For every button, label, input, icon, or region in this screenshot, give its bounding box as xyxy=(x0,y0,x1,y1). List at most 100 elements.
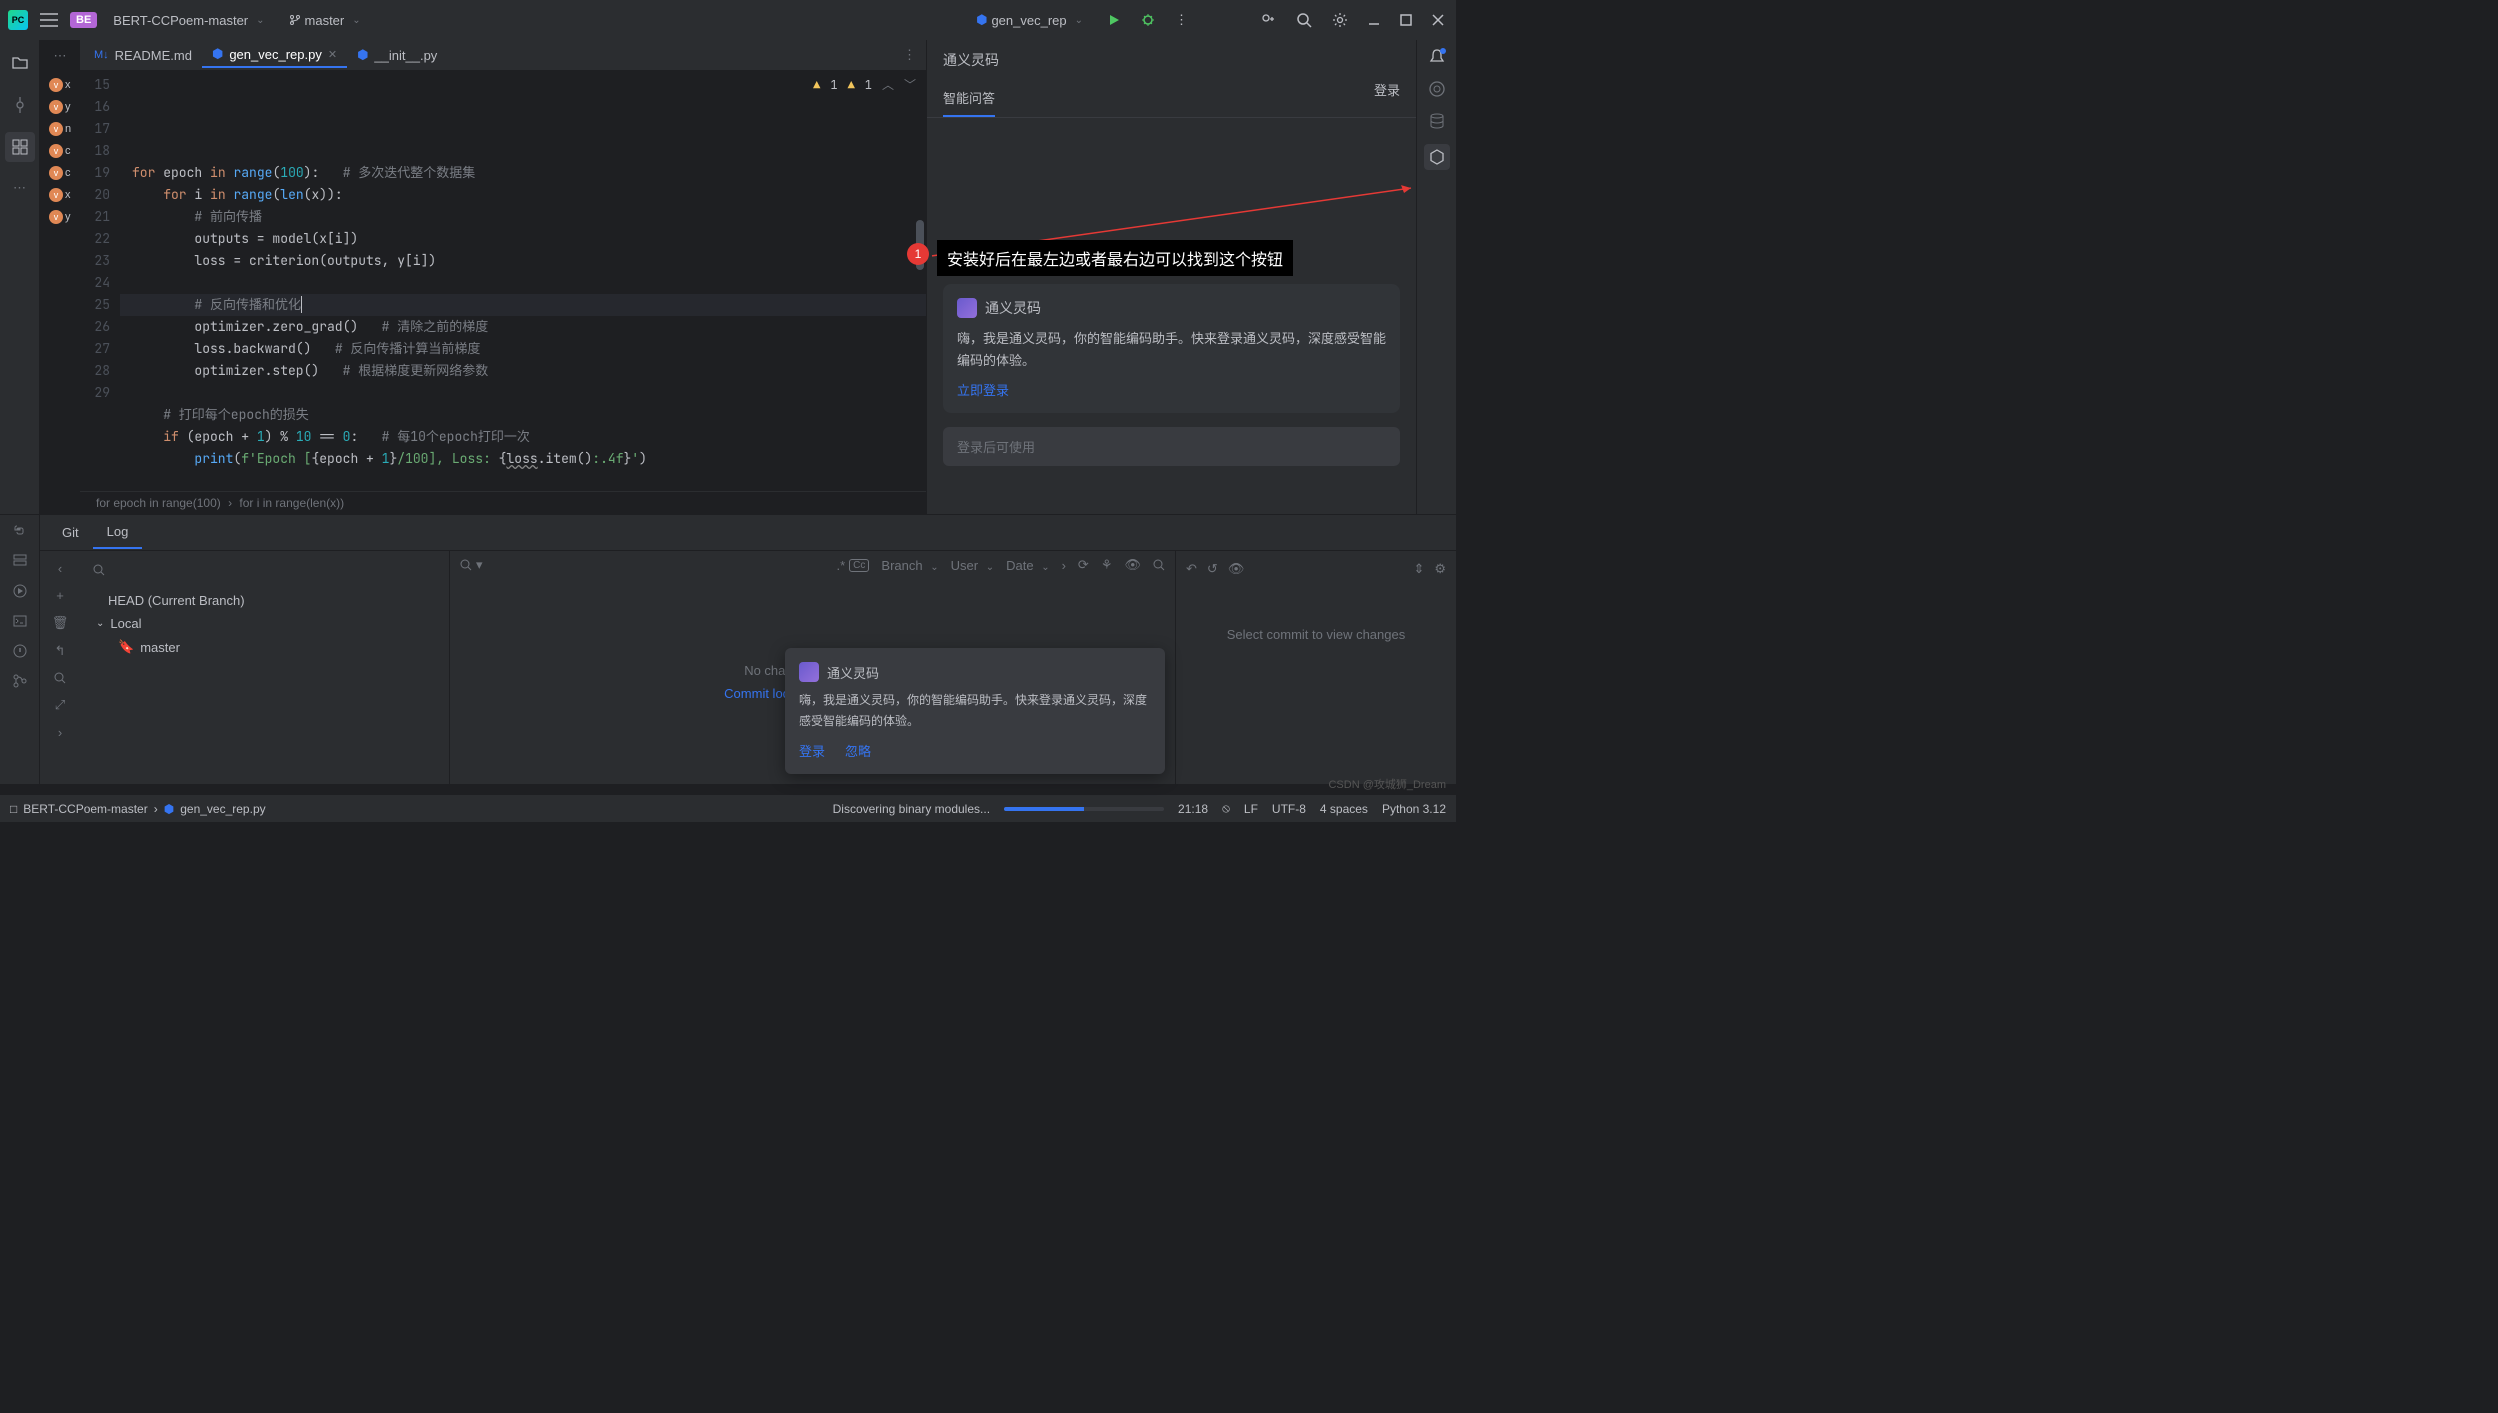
structure-var[interactable]: vx xyxy=(49,78,71,92)
tab-qa[interactable]: 智能问答 xyxy=(943,80,995,117)
options-icon[interactable]: ⚙ xyxy=(1434,561,1446,577)
code-with-me-icon[interactable] xyxy=(1256,8,1280,32)
tab-actions-icon[interactable]: ⋮ xyxy=(903,47,926,63)
nav-folder-icon[interactable]: □ xyxy=(10,802,17,816)
login-link[interactable]: 登录 xyxy=(1374,80,1400,117)
indent-indicator[interactable]: 4 spaces xyxy=(1320,802,1368,816)
find-icon[interactable] xyxy=(1153,559,1165,571)
readonly-icon[interactable]: ⦸ xyxy=(1222,801,1230,816)
forward-icon[interactable]: › xyxy=(58,725,62,740)
breadcrumb[interactable]: for epoch in range(100) › for i in range… xyxy=(80,491,926,514)
head-branch[interactable]: HEAD (Current Branch) xyxy=(88,589,441,612)
project-tool-icon[interactable] xyxy=(5,48,35,78)
line-sep-indicator[interactable]: LF xyxy=(1244,802,1258,816)
vcs-icon[interactable] xyxy=(12,673,28,689)
tongyi-input[interactable]: 登录后可使用 xyxy=(943,427,1400,466)
nav-file[interactable]: gen_vec_rep.py xyxy=(180,802,265,816)
branch-master[interactable]: 🔖 master xyxy=(88,635,441,659)
problems-icon[interactable] xyxy=(12,643,28,659)
close-tab-icon[interactable]: ✕ xyxy=(328,48,337,61)
encoding-indicator[interactable]: UTF-8 xyxy=(1272,802,1306,816)
run-config-selector[interactable]: ⬢ gen_vec_rep⌄ xyxy=(968,8,1091,32)
more-tools-icon[interactable]: ⋯ xyxy=(7,174,32,202)
commit-search[interactable]: ▾ .* Cc xyxy=(460,557,869,573)
main-menu-icon[interactable] xyxy=(36,9,62,31)
refresh-icon[interactable]: ⟳ xyxy=(1078,557,1089,573)
branch-search-icon[interactable] xyxy=(88,559,441,581)
expand-all-icon[interactable]: ⇕ xyxy=(1413,561,1424,577)
next-highlight-icon[interactable]: ﹀ xyxy=(904,74,916,96)
structure-var[interactable]: vn xyxy=(49,122,71,136)
database-icon[interactable] xyxy=(1428,112,1446,130)
project-selector[interactable]: BERT-CCPoem-master⌄ xyxy=(105,9,272,32)
right-tool-rail xyxy=(1416,40,1456,514)
python-console-icon[interactable] xyxy=(12,523,28,539)
branch-selector[interactable]: master⌄ xyxy=(281,9,369,32)
structure-var[interactable]: vx xyxy=(49,188,71,202)
structure-var[interactable]: vc xyxy=(49,144,71,158)
editor-tab[interactable]: M↓README.md xyxy=(84,42,202,68)
editor-tab[interactable]: ⬢gen_vec_rep.py✕ xyxy=(202,42,347,68)
go-forward-icon[interactable]: › xyxy=(1062,558,1066,573)
structure-var[interactable]: vy xyxy=(49,100,71,114)
cherry-pick-icon[interactable]: ⚘ xyxy=(1101,557,1113,573)
structure-var[interactable]: vc xyxy=(49,166,71,180)
annotation-text: 安装好后在最左边或者最右边可以找到这个按钮 xyxy=(937,240,1293,276)
left-tool-rail: ⋯ xyxy=(0,40,40,514)
collapse-icon[interactable]: ‹ xyxy=(58,561,62,576)
git-details: ↶ ↺ 👁 ⇕ ⚙ Select commit to view changes xyxy=(1176,551,1456,784)
git-left-rail xyxy=(0,515,40,784)
nav-project[interactable]: BERT-CCPoem-master xyxy=(23,802,147,816)
notifications-icon[interactable] xyxy=(1428,48,1446,66)
code-content[interactable]: ▲1 ▲1 ︿ ﹀ for epoch in range(100): # 多次迭… xyxy=(120,70,926,491)
go-left-icon[interactable]: ↰ xyxy=(55,643,66,659)
add-icon[interactable]: + xyxy=(56,588,64,603)
search-action-icon[interactable] xyxy=(53,671,67,685)
date-filter[interactable]: Date ⌄ xyxy=(1006,558,1049,573)
task-label[interactable]: Discovering binary modules... xyxy=(833,802,990,816)
annotation-badge: 1 xyxy=(907,243,929,265)
tab-git[interactable]: Git xyxy=(48,517,93,548)
eye-icon[interactable]: 👁 xyxy=(1124,557,1141,573)
structure-var[interactable]: vy xyxy=(49,210,71,224)
expand-icon[interactable]: ⤢ xyxy=(55,697,65,713)
settings-icon[interactable] xyxy=(1328,8,1352,32)
close-button[interactable] xyxy=(1428,10,1448,30)
weak-warning-icon: ▲ xyxy=(848,74,855,96)
structure-tool-icon[interactable] xyxy=(5,132,35,162)
inspection-widget[interactable]: ▲1 ▲1 ︿ ﹀ xyxy=(813,74,916,96)
interpreter-indicator[interactable]: Python 3.12 xyxy=(1382,802,1446,816)
debug-button[interactable] xyxy=(1137,9,1159,31)
delete-icon[interactable]: 🗑 xyxy=(52,615,69,631)
local-group[interactable]: ⌄Local xyxy=(88,612,441,635)
git-panel: Git Log ‹ + 🗑 ↰ ⤢ › HEAD (Current Branch… xyxy=(0,514,1456,784)
editor-tab[interactable]: ⬢__init__.py xyxy=(347,42,447,68)
maximize-button[interactable] xyxy=(1396,10,1416,30)
ai-assistant-icon[interactable] xyxy=(1428,80,1446,98)
login-now-link[interactable]: 立即登录 xyxy=(957,380,1009,399)
revert-icon[interactable]: ↶ xyxy=(1186,561,1197,577)
search-icon[interactable] xyxy=(1292,8,1316,32)
user-filter[interactable]: User ⌄ xyxy=(951,558,994,573)
git-actions-col: ‹ + 🗑 ↰ ⤢ › xyxy=(40,551,80,784)
popup-ignore-link[interactable]: 忽略 xyxy=(845,741,871,760)
undo-icon[interactable]: ↺ xyxy=(1207,561,1218,577)
run-tool-icon[interactable] xyxy=(12,583,28,599)
preview-icon[interactable]: 👁 xyxy=(1228,561,1245,577)
branch-filter[interactable]: Branch ⌄ xyxy=(881,558,938,573)
tab-log[interactable]: Log xyxy=(93,516,143,549)
more-actions-icon[interactable]: ⋮ xyxy=(1171,8,1192,32)
tongyi-title: 通义灵码 xyxy=(927,40,1416,80)
tongyi-rail-icon[interactable] xyxy=(1424,144,1450,170)
tongyi-popup-logo-icon xyxy=(799,662,819,682)
run-button[interactable] xyxy=(1103,9,1125,31)
terminal-icon[interactable] xyxy=(12,613,28,629)
services-icon[interactable] xyxy=(12,553,28,569)
minimize-button[interactable] xyxy=(1364,10,1384,30)
popup-login-link[interactable]: 登录 xyxy=(799,741,825,760)
commit-tool-icon[interactable] xyxy=(5,90,35,120)
code-area[interactable]: 151617181920212223242526272829 ▲1 ▲1 ︿ ﹀… xyxy=(80,70,926,491)
prev-highlight-icon[interactable]: ︿ xyxy=(882,74,894,96)
warning-icon: ▲ xyxy=(813,74,820,96)
cursor-position[interactable]: 21:18 xyxy=(1178,802,1208,816)
